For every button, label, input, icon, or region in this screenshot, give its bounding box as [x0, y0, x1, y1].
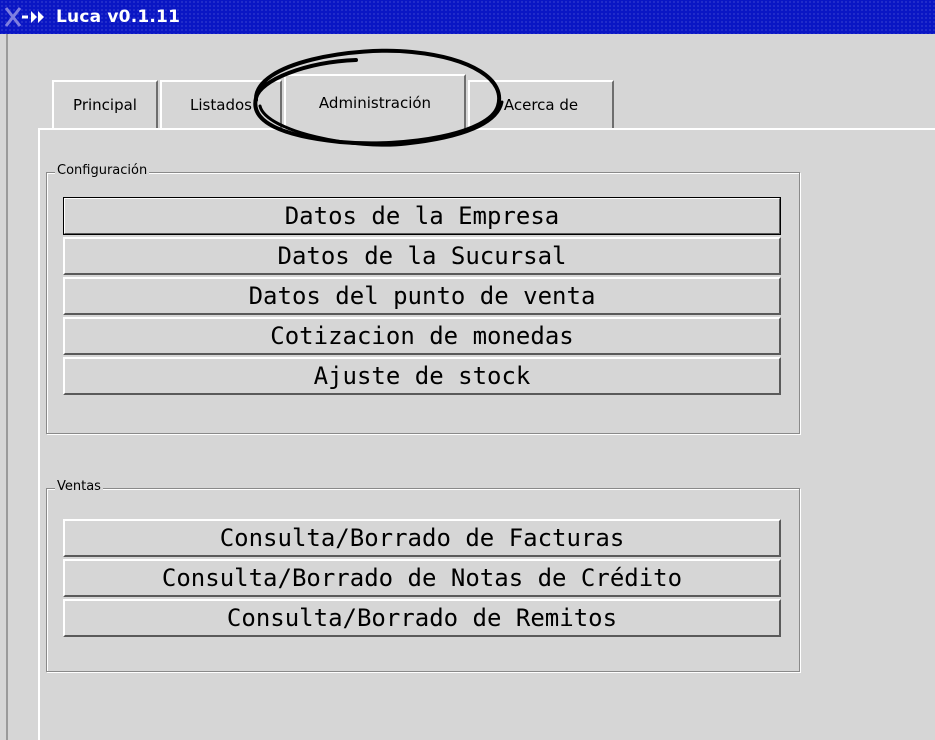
cotizacion-monedas-button[interactable]: Cotizacion de monedas [63, 317, 781, 355]
active-tab-gap [286, 127, 464, 131]
tab-panel-top-edge [38, 128, 935, 130]
tab-panel-left-edge [38, 128, 40, 740]
title-bar[interactable]: Luca v0.1.11 [0, 0, 935, 34]
tab-label: Listados [190, 96, 252, 114]
group-configuracion: Configuración Datos de la Empresa Datos … [46, 162, 800, 434]
datos-punto-venta-button[interactable]: Datos del punto de venta [63, 277, 781, 315]
consulta-remitos-button[interactable]: Consulta/Borrado de Remitos [63, 599, 781, 637]
tab-acerca-de[interactable]: Acerca de [468, 80, 614, 128]
tab-label: Principal [73, 96, 137, 114]
tab-administracion[interactable]: Administración [284, 74, 466, 130]
datos-sucursal-button[interactable]: Datos de la Sucursal [63, 237, 781, 275]
x-window-menu-icon[interactable] [4, 6, 48, 28]
ajuste-stock-button[interactable]: Ajuste de stock [63, 357, 781, 395]
tab-label: Acerca de [503, 96, 579, 114]
window-frame-left [0, 34, 8, 740]
app-window: Luca v0.1.11 Principal Listados Administ… [0, 0, 935, 740]
group-label-configuracion: Configuración [55, 162, 150, 180]
tab-principal[interactable]: Principal [52, 80, 158, 128]
window-title: Luca v0.1.11 [56, 7, 181, 27]
group-ventas: Ventas Consulta/Borrado de Facturas Cons… [46, 478, 800, 672]
datos-empresa-button[interactable]: Datos de la Empresa [63, 197, 781, 235]
group-label-ventas: Ventas [55, 478, 103, 496]
tab-listados[interactable]: Listados [160, 80, 282, 128]
tab-label: Administración [318, 94, 432, 112]
consulta-notas-credito-button[interactable]: Consulta/Borrado de Notas de Crédito [63, 559, 781, 597]
consulta-facturas-button[interactable]: Consulta/Borrado de Facturas [63, 519, 781, 557]
